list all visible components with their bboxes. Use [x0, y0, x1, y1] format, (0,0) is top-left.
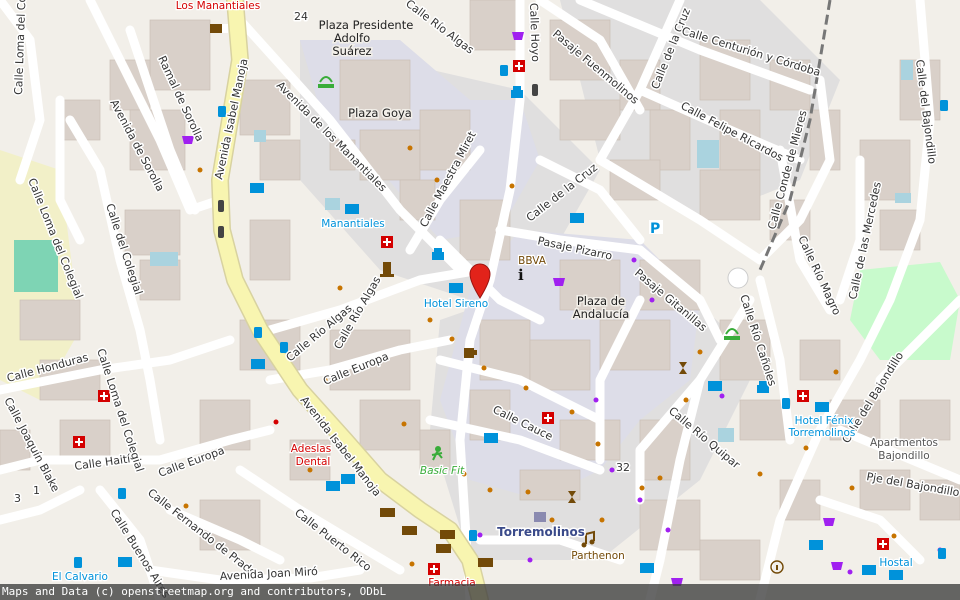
- pharmacy-icon[interactable]: [542, 412, 554, 424]
- square-label: Plaza Goya: [348, 106, 412, 120]
- pharmacy-icon[interactable]: [428, 563, 440, 575]
- poi-label[interactable]: Los Manantiales: [175, 0, 262, 13]
- marker-label[interactable]: Hotel Sireno: [423, 297, 490, 312]
- pharmacy-icon[interactable]: [797, 390, 809, 402]
- square-label: Andalucía: [573, 307, 630, 321]
- poi-label[interactable]: Basic Fit: [419, 464, 467, 479]
- poi-label[interactable]: El Calvario: [51, 570, 109, 585]
- house-number: 1: [33, 484, 40, 497]
- square-label: Suárez: [332, 44, 371, 58]
- svg-text:ℹ: ℹ: [518, 266, 524, 284]
- house-number: 24: [294, 10, 308, 23]
- poi-label[interactable]: Bajondillo: [877, 449, 931, 464]
- poi-label[interactable]: Adeslas: [290, 442, 333, 457]
- square-label: Plaza Presidente: [319, 18, 414, 32]
- poi-label[interactable]: Dental: [294, 455, 331, 470]
- place-label[interactable]: Torremolinos: [496, 524, 587, 541]
- poi-label[interactable]: Hostal: [878, 556, 914, 571]
- poi-label[interactable]: BBVA: [517, 254, 548, 269]
- street-label: Calle Hoyo: [527, 3, 542, 63]
- pharmacy-icon[interactable]: [513, 60, 525, 72]
- pharmacy-icon[interactable]: [73, 436, 85, 448]
- house-number: 3: [14, 492, 21, 505]
- map-canvas[interactable]: P ℹ Plaza Presidente Adolfo Suárez Plaza…: [0, 0, 960, 600]
- poi-label[interactable]: Torremolinos: [786, 426, 856, 441]
- tram-stop-icon[interactable]: [534, 512, 546, 522]
- pharmacy-icon[interactable]: [381, 236, 393, 248]
- sports-pitch: [14, 240, 58, 292]
- poi-label[interactable]: Parthenon: [570, 549, 626, 564]
- pharmacy-icon[interactable]: [877, 538, 889, 550]
- roundabout: [727, 267, 749, 289]
- svg-text:P: P: [650, 221, 660, 237]
- house-number: 32: [616, 461, 630, 474]
- poi-label[interactable]: Manantiales: [320, 217, 386, 232]
- square-label: Plaza de: [577, 294, 625, 308]
- map-view[interactable]: P ℹ Plaza Presidente Adolfo Suárez Plaza…: [0, 0, 960, 600]
- dentist-icon[interactable]: [273, 419, 279, 425]
- tourism-icon[interactable]: ℹ: [518, 266, 524, 284]
- poi-label[interactable]: Hotel Fénix: [793, 414, 854, 429]
- poi-label[interactable]: Apartmentos: [869, 436, 940, 451]
- map-attribution: Maps and Data (c) openstreetmap.org and …: [0, 584, 960, 600]
- square-label: Adolfo: [334, 31, 370, 45]
